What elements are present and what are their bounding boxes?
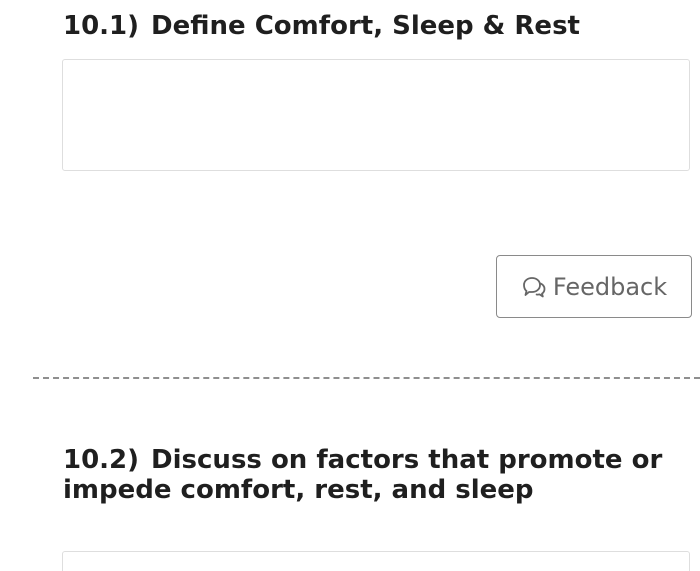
question-text: Discuss on factors that promote or imped…	[63, 445, 663, 505]
question-number: 10.2)	[63, 445, 140, 475]
question-number: 10.1)	[63, 11, 140, 41]
feedback-button[interactable]: Feedback	[496, 255, 692, 318]
answer-textbox[interactable]	[62, 551, 690, 571]
section-divider	[33, 377, 700, 379]
question-page: 10.1) Define Comfort, Sleep & Rest Feedba…	[0, 0, 700, 571]
speech-bubbles-icon	[521, 276, 547, 298]
feedback-label: Feedback	[552, 272, 668, 301]
question-title: 10.1) Define Comfort, Sleep & Rest	[63, 11, 580, 41]
question-text: Define Comfort, Sleep & Rest	[151, 11, 580, 41]
question-title: 10.2) Discuss on factors that promote or …	[63, 445, 683, 505]
answer-textbox[interactable]	[62, 59, 690, 171]
